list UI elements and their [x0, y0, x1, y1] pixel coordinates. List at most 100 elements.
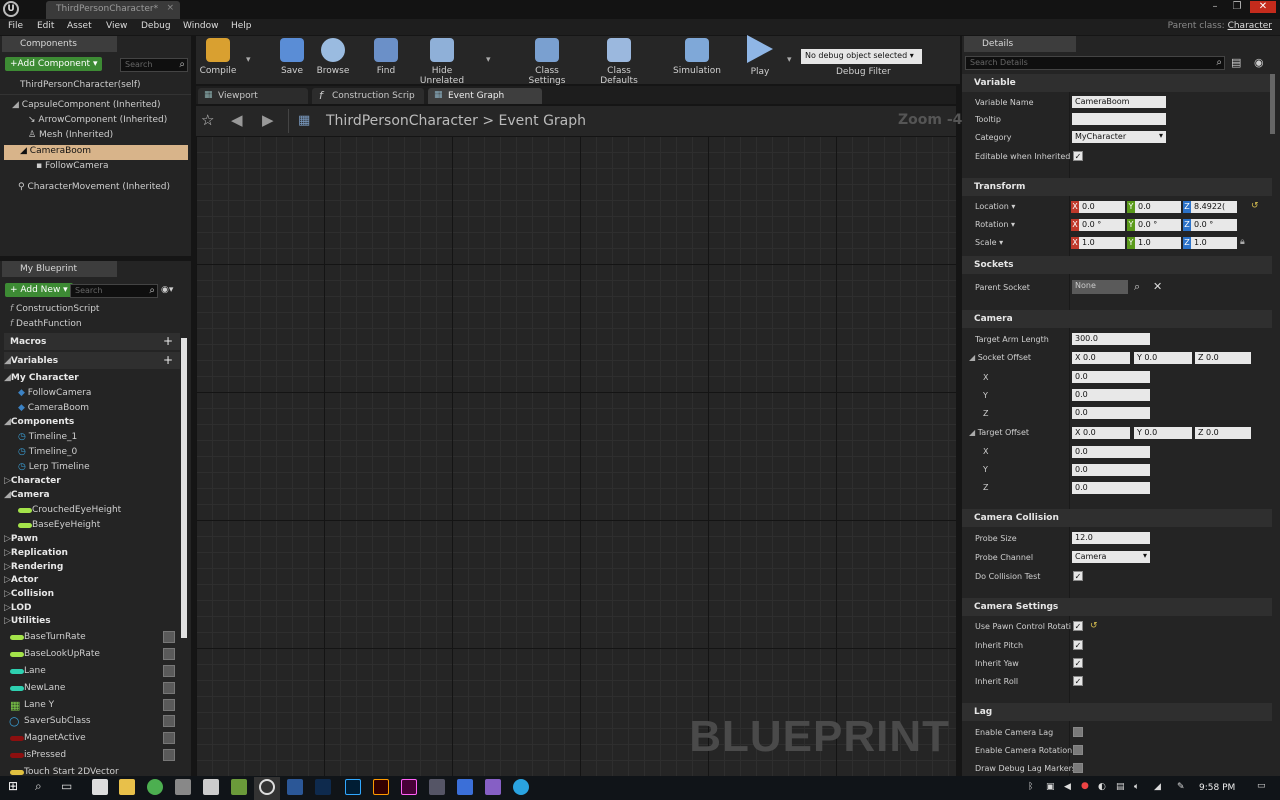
socket-offset-y-input[interactable]: Y 0.0 [1134, 352, 1192, 364]
store-icon[interactable] [203, 779, 219, 795]
category-pawn[interactable]: ▷Pawn [4, 534, 38, 544]
prop-label[interactable]: Location ▾ [975, 202, 1015, 211]
variable-item[interactable]: BaseTurnRate [24, 632, 86, 642]
debug-object-select[interactable]: No debug object selected ▾ [801, 49, 922, 64]
photoshop-icon[interactable] [345, 779, 361, 795]
section-sockets[interactable]: Sockets [962, 256, 1272, 274]
class-settings-button[interactable]: Class Settings [517, 38, 577, 86]
maximize-icon[interactable]: ❐ [1228, 1, 1246, 13]
simulation-button[interactable]: Simulation [667, 38, 727, 76]
compile-options-chevron-icon[interactable]: ▾ [246, 55, 251, 65]
details-tab[interactable]: Details [964, 36, 1076, 52]
location-x-input[interactable]: 0.0 [1079, 201, 1125, 213]
close-tab-icon[interactable]: × [166, 3, 174, 13]
blueprint-search-input[interactable]: Search ⌕ [70, 284, 158, 298]
socket-x-input[interactable]: 0.0 [1072, 371, 1150, 383]
scale-z-input[interactable]: 1.0 [1191, 237, 1237, 249]
task-view-icon[interactable]: ▭ [61, 779, 77, 795]
tab-construction-script[interactable]: f Construction Scrip [312, 88, 424, 104]
variable-item[interactable]: Lane [24, 666, 46, 676]
android-studio-icon[interactable] [231, 779, 247, 795]
unreal-engine-icon[interactable] [259, 779, 275, 795]
category-utilities[interactable]: ▷Utilities [4, 616, 51, 626]
variable-item[interactable]: SaverSubClass [24, 716, 91, 726]
hide-unrelated-button[interactable]: Hide Unrelated [412, 38, 472, 86]
category-rendering[interactable]: ▷Rendering [4, 562, 63, 572]
pawn-control-rotation-checkbox[interactable]: ✓ [1073, 621, 1083, 631]
variable-name-input[interactable]: CameraBoom [1072, 96, 1166, 108]
inherit-pitch-checkbox[interactable]: ✓ [1073, 640, 1083, 650]
component-item[interactable]: ♙ Mesh (Inherited) [28, 130, 113, 140]
back-arrow-icon[interactable]: ◀ [231, 111, 243, 129]
section-camera[interactable]: Camera [962, 310, 1272, 328]
parent-socket-field[interactable]: None [1072, 280, 1128, 294]
class-defaults-button[interactable]: Class Defaults [589, 38, 649, 86]
variable-item[interactable]: ◷ Timeline_0 [18, 447, 77, 457]
category-components[interactable]: ◢Components [4, 417, 74, 427]
variable-item[interactable]: isPressed [24, 750, 66, 760]
prop-label[interactable]: ◢ Target Offset [969, 428, 1029, 437]
section-variable[interactable]: Variable [962, 74, 1272, 92]
tray-app-icon[interactable]: ◐ [1098, 782, 1106, 792]
collision-test-checkbox[interactable]: ✓ [1073, 571, 1083, 581]
hide-unrelated-chevron-icon[interactable]: ▾ [486, 55, 491, 65]
category-replication[interactable]: ▷Replication [4, 548, 68, 558]
category-collision[interactable]: ▷Collision [4, 589, 54, 599]
volume-icon[interactable]: 🔈︎ [1134, 782, 1139, 792]
target-y-input[interactable]: 0.0 [1072, 464, 1150, 476]
socket-z-input[interactable]: 0.0 [1072, 407, 1150, 419]
target-arm-length-input[interactable]: 300.0 [1072, 333, 1150, 345]
category-lod[interactable]: ▷LOD [4, 603, 31, 613]
prop-label[interactable]: ◢ Socket Offset [969, 353, 1031, 362]
location-z-input[interactable]: 8.4922( [1191, 201, 1237, 213]
property-matrix-icon[interactable]: ▤ [1231, 56, 1241, 69]
keyboard-icon[interactable] [429, 779, 445, 795]
enable-camera-rotation-lag-checkbox[interactable] [1073, 745, 1083, 755]
location-y-input[interactable]: 0.0 [1135, 201, 1181, 213]
app-icon[interactable] [315, 779, 331, 795]
parent-class-link[interactable]: Character [1228, 21, 1272, 31]
tooltip-input[interactable] [1072, 113, 1166, 125]
editable-inherited-checkbox[interactable]: ✓ [1073, 151, 1083, 161]
notifications-icon[interactable]: ▭ [1257, 781, 1266, 791]
tray-app-icon[interactable]: ▣ [1046, 782, 1055, 792]
reset-to-default-icon[interactable]: ↺ [1090, 621, 1098, 631]
favorite-star-icon[interactable]: ☆ [201, 111, 214, 129]
rotation-y-input[interactable]: 0.0 ° [1135, 219, 1181, 231]
component-item[interactable]: ↘ ArrowComponent (Inherited) [28, 115, 167, 125]
variable-item[interactable]: Lane Y [24, 700, 54, 710]
add-new-button[interactable]: + Add New ▾ [5, 283, 73, 297]
variable-item[interactable]: NewLane [24, 683, 65, 693]
variables-header[interactable]: ◢Variables [4, 356, 58, 366]
visibility-toggle[interactable] [163, 749, 175, 761]
visual-studio-icon[interactable] [485, 779, 501, 795]
reset-to-default-icon[interactable]: ↺ [1251, 201, 1259, 211]
app-icon[interactable] [457, 779, 473, 795]
prop-label[interactable]: Scale ▾ [975, 238, 1003, 247]
socket-y-input[interactable]: 0.0 [1072, 389, 1150, 401]
tray-app-icon[interactable]: ● [1081, 781, 1089, 791]
category-camera[interactable]: ◢Camera [4, 490, 50, 500]
telegram-icon[interactable] [513, 779, 529, 795]
search-icon[interactable]: ⌕ [1134, 280, 1140, 294]
details-scrollbar[interactable] [1270, 74, 1275, 134]
clock[interactable]: 9:58 PM [1199, 783, 1235, 793]
app-icon[interactable] [92, 779, 108, 795]
illustrator-icon[interactable] [373, 779, 389, 795]
target-offset-z-input[interactable]: Z 0.0 [1195, 427, 1251, 439]
compile-button[interactable]: Compile [188, 38, 248, 76]
add-macro-icon[interactable]: + [163, 334, 173, 348]
socket-offset-x-input[interactable]: X 0.0 [1072, 352, 1130, 364]
components-tab[interactable]: Components [2, 36, 117, 52]
close-window-icon[interactable]: ✕ [1250, 1, 1276, 13]
section-transform[interactable]: Transform [962, 178, 1272, 196]
enable-camera-lag-checkbox[interactable] [1073, 727, 1083, 737]
chrome-icon[interactable] [147, 779, 163, 795]
scale-x-input[interactable]: 1.0 [1079, 237, 1125, 249]
rotation-z-input[interactable]: 0.0 ° [1191, 219, 1237, 231]
menu-edit[interactable]: Edit [37, 21, 54, 31]
component-item[interactable]: ⚲ CharacterMovement (Inherited) [18, 182, 170, 192]
variable-item[interactable]: BaseEyeHeight [32, 520, 100, 530]
visibility-toggle[interactable] [163, 699, 175, 711]
find-button[interactable]: Find [356, 38, 416, 76]
